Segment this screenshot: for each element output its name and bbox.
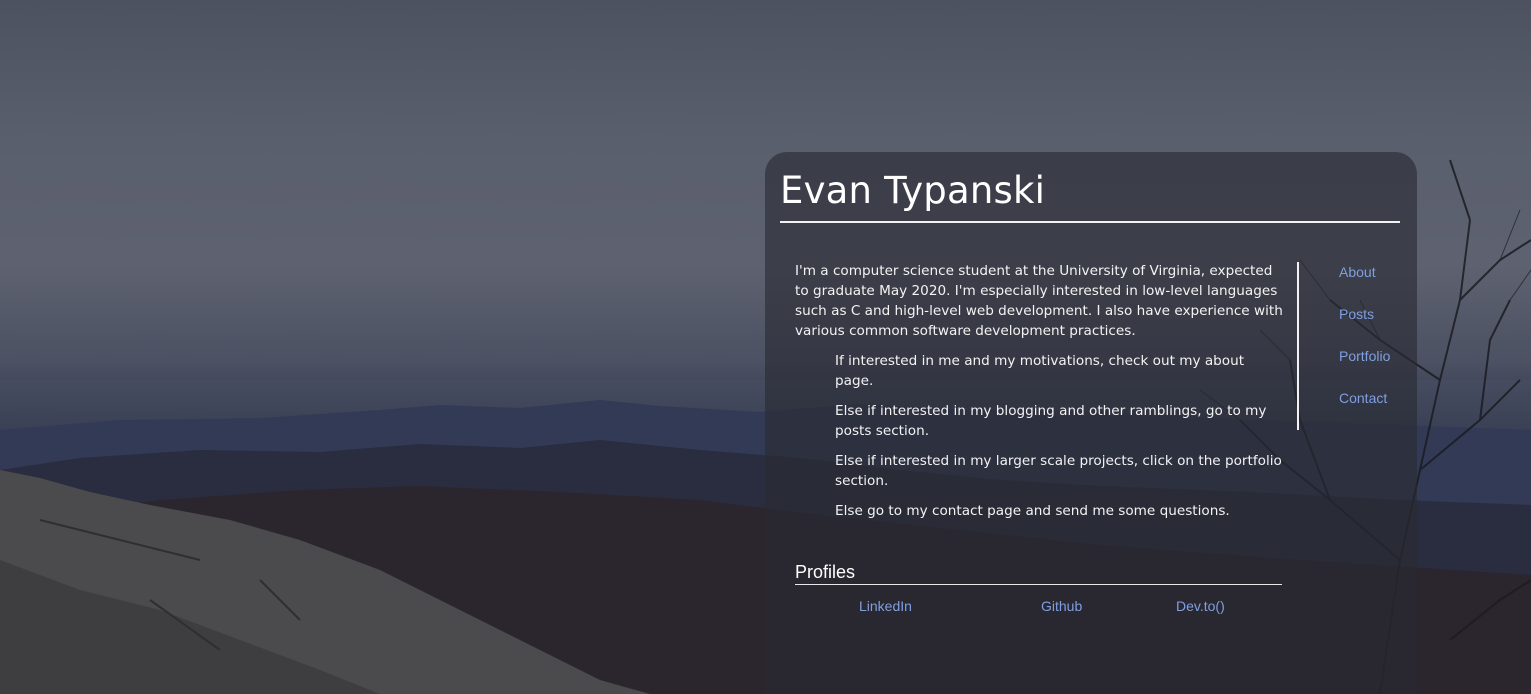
- branch-portfolio: Else if interested in my larger scale pr…: [835, 453, 1282, 489]
- branch-contact: Else go to my contact page and send me s…: [835, 503, 1230, 519]
- intro-card: Evan Typanski I'm a computer science stu…: [765, 152, 1417, 694]
- github-link[interactable]: Github: [1041, 598, 1082, 614]
- nav-divider: [1297, 262, 1299, 430]
- nav-about[interactable]: About: [1339, 264, 1376, 280]
- title-divider: [780, 221, 1400, 223]
- branch-about: If interested in me and my motivations, …: [835, 353, 1245, 389]
- profiles-heading: Profiles: [795, 562, 856, 582]
- intro-content: I'm a computer science student at the Un…: [795, 261, 1285, 531]
- nav-portfolio[interactable]: Portfolio: [1339, 348, 1390, 364]
- branch-posts: Else if interested in my blogging and ot…: [835, 403, 1267, 439]
- nav-posts[interactable]: Posts: [1339, 306, 1374, 322]
- intro-paragraph: I'm a computer science student at the Un…: [795, 263, 1283, 339]
- linkedin-link[interactable]: LinkedIn: [859, 598, 912, 614]
- nav-contact[interactable]: Contact: [1339, 390, 1387, 406]
- profiles-divider: [795, 584, 1282, 585]
- devto-link[interactable]: Dev.to(): [1176, 598, 1225, 614]
- site-title: Evan Typanski: [780, 169, 1046, 212]
